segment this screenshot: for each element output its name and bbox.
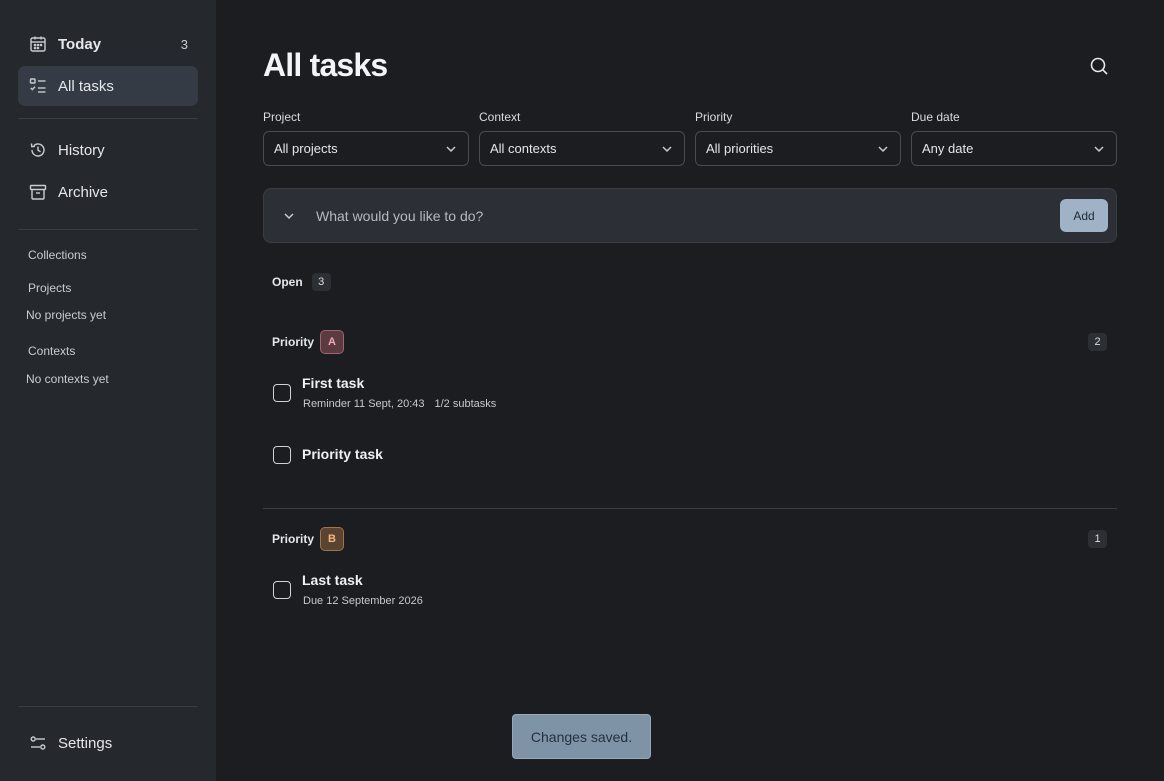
select-value: All projects [274,141,338,156]
sidebar-item-label: History [58,141,105,159]
new-task-composer: Add [263,188,1117,243]
task-checkbox[interactable] [273,581,291,599]
today-count: 3 [180,36,188,52]
open-count: 3 [311,273,331,291]
due-date-select[interactable]: Any date [911,131,1117,166]
sidebar-item-all-tasks[interactable]: All tasks [18,66,198,106]
collections-heading: Collections [28,248,87,262]
group-divider [263,508,1117,509]
sidebar-item-archive[interactable]: Archive [18,172,198,212]
group-count: 1 [1088,530,1107,548]
sidebar-item-today[interactable]: Today 3 [18,24,198,64]
history-icon [28,140,48,160]
filter-priority: Priority All priorities [695,110,901,166]
select-value: All contexts [490,141,557,156]
toast-notification: Changes saved. [512,714,651,759]
task-reminder: Reminder 11 Sept, 20:43 [303,398,425,410]
filter-context: Context All contexts [479,110,685,166]
chevron-down-icon [876,142,890,156]
contexts-heading: Contexts [28,344,76,358]
group-count: 2 [1088,333,1107,351]
sidebar-item-history[interactable]: History [18,130,198,170]
priority-badge: A [320,330,345,354]
select-value: Any date [922,141,974,156]
filter-due-date: Due date Any date [911,110,1117,166]
sidebar: Today 3 All tasks History Archive Collec… [0,0,216,781]
context-select[interactable]: All contexts [479,131,685,166]
search-button[interactable] [1086,55,1112,81]
sidebar-item-label: All tasks [58,77,114,95]
select-value: All priorities [706,141,774,156]
add-task-button[interactable]: Add [1060,199,1108,232]
priority-group-header: Priority B [272,527,345,551]
filter-label: Due date [911,110,960,124]
chevron-down-icon [660,142,674,156]
sidebar-divider [18,706,198,707]
chevron-down-icon[interactable] [280,207,298,225]
contexts-empty-text: No contexts yet [26,372,109,386]
priority-group-label: Priority [272,335,315,349]
chevron-down-icon [1092,142,1106,156]
task-title[interactable]: First task [302,375,364,391]
sidebar-item-label: Settings [58,734,113,752]
sidebar-item-label: Archive [58,183,109,201]
open-label: Open [272,275,303,289]
project-select[interactable]: All projects [263,131,469,166]
task-subtasks: 1/2 subtasks [434,398,497,410]
projects-heading: Projects [28,281,72,295]
priority-group-header: Priority A [272,330,345,354]
filter-label: Priority [695,110,733,124]
task-list-icon [28,76,48,96]
task-title[interactable]: Priority task [302,446,383,462]
priority-badge: B [320,527,345,551]
new-task-input[interactable] [316,189,1046,242]
filter-label: Context [479,110,521,124]
task-meta: Reminder 11 Sept, 20:43 1/2 subtasks [303,398,496,410]
sidebar-divider [18,229,198,230]
priority-select[interactable]: All priorities [695,131,901,166]
settings-sliders-icon [28,733,48,753]
page-title: All tasks [263,47,388,83]
task-title[interactable]: Last task [302,572,363,588]
sidebar-item-label: Today [58,35,102,53]
chevron-down-icon [444,142,458,156]
calendar-icon [28,34,48,54]
filter-project: Project All projects [263,110,469,166]
filter-label: Project [263,110,301,124]
task-due-date: Due 12 September 2026 [303,595,423,607]
open-section-header: Open 3 [272,273,331,291]
sidebar-item-settings[interactable]: Settings [18,723,198,763]
priority-group-label: Priority [272,532,315,546]
archive-icon [28,182,48,202]
task-checkbox[interactable] [273,384,291,402]
projects-empty-text: No projects yet [26,308,107,322]
sidebar-divider [18,118,198,119]
search-icon [1089,56,1109,81]
task-meta: Due 12 September 2026 [303,595,423,607]
task-checkbox[interactable] [273,446,291,464]
